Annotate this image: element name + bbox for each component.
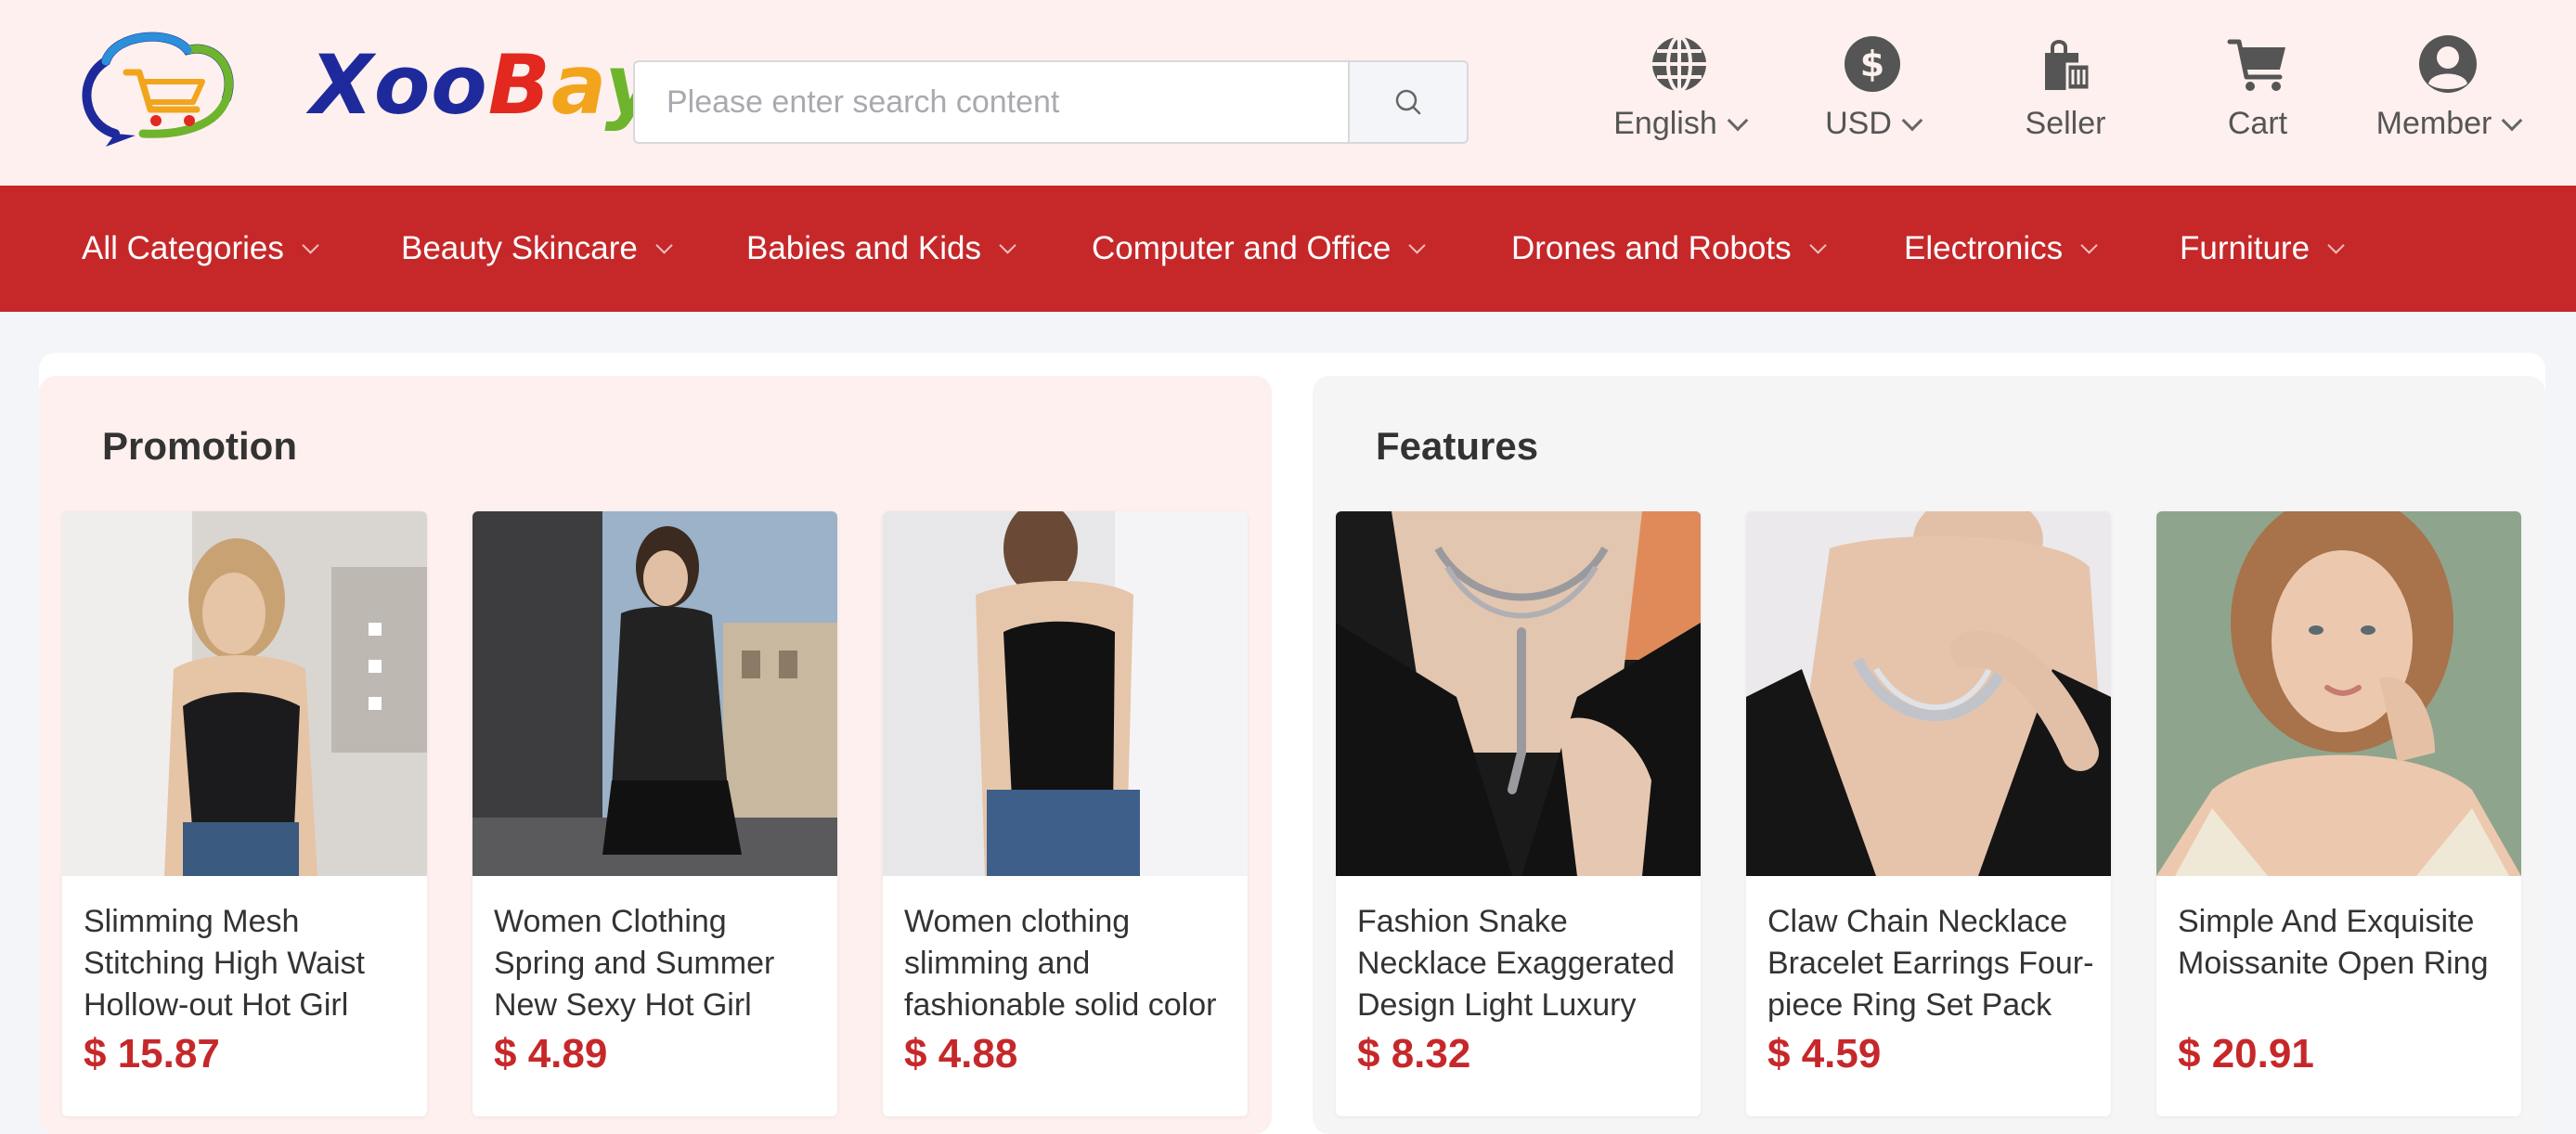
nav-item-beauty-skincare[interactable]: Beauty Skincare bbox=[401, 186, 673, 312]
seller-label: Seller bbox=[2025, 106, 2106, 141]
nav-item-label: All Categories bbox=[82, 230, 284, 266]
product-name: Claw Chain Necklace Bracelet Earrings Fo… bbox=[1767, 904, 2094, 1023]
member-label: Member bbox=[2375, 106, 2492, 141]
site-header: XooBay English bbox=[0, 0, 2576, 186]
product-price: $ 4.88 bbox=[904, 1031, 1018, 1076]
member-menu[interactable]: Member bbox=[2369, 32, 2527, 152]
product-card[interactable]: Women Clothing Spring and Summer New Sex… bbox=[472, 511, 837, 1116]
product-card[interactable]: Fashion Snake Necklace Exaggerated Desig… bbox=[1336, 511, 1701, 1116]
nav-item-babies-and-kids[interactable]: Babies and Kids bbox=[746, 186, 1016, 312]
product-image bbox=[62, 511, 427, 876]
nav-item-drones-and-robots[interactable]: Drones and Robots bbox=[1511, 186, 1827, 312]
product-image bbox=[1746, 511, 2111, 876]
chevron-down-icon bbox=[1808, 236, 1827, 254]
product-price: $ 20.91 bbox=[2178, 1031, 2314, 1076]
nav-item-label: Computer and Office bbox=[1092, 230, 1392, 266]
product-image bbox=[883, 511, 1248, 876]
seller-link[interactable]: Seller bbox=[2022, 32, 2109, 152]
product-price: $ 4.89 bbox=[494, 1031, 608, 1076]
product-image bbox=[1336, 511, 1701, 876]
nav-item-label: Furniture bbox=[2180, 230, 2311, 266]
chevron-down-icon bbox=[302, 236, 319, 254]
product-image bbox=[2156, 511, 2521, 876]
currency-label: USD bbox=[1825, 106, 1892, 141]
chevron-down-icon bbox=[1901, 110, 1923, 131]
chevron-down-icon bbox=[655, 236, 673, 254]
language-selector[interactable]: English bbox=[1610, 32, 1749, 152]
product-card[interactable]: Claw Chain Necklace Bracelet Earrings Fo… bbox=[1746, 511, 2111, 1116]
chevron-down-icon bbox=[1408, 236, 1427, 254]
product-name: Simple And Exquisite Moissanite Open Rin… bbox=[2178, 904, 2489, 981]
features-section: Features Fashion Snake Necklace Exaggera… bbox=[1313, 376, 2545, 1134]
nav-item-all-categories[interactable]: All Categories bbox=[82, 186, 319, 312]
seller-bag-icon bbox=[2033, 32, 2098, 97]
cart-link[interactable]: Cart bbox=[2220, 32, 2295, 152]
globe-icon bbox=[1647, 32, 1712, 97]
search-bar bbox=[633, 60, 1469, 144]
features-title: Features bbox=[1376, 424, 1539, 468]
search-input[interactable] bbox=[635, 62, 1350, 142]
nav-item-label: Beauty Skincare bbox=[401, 230, 638, 266]
product-name: Women Clothing Spring and Summer New Sex… bbox=[494, 904, 775, 1023]
chevron-down-icon bbox=[2502, 110, 2523, 131]
product-price: $ 4.59 bbox=[1767, 1031, 1882, 1076]
svg-text:$: $ bbox=[1860, 44, 1884, 84]
nav-item-label: Babies and Kids bbox=[746, 230, 981, 266]
currency-selector[interactable]: $ USD bbox=[1821, 32, 1923, 152]
nav-item-furniture[interactable]: Furniture bbox=[2180, 186, 2345, 312]
language-label: English bbox=[1613, 106, 1717, 141]
nav-item-electronics[interactable]: Electronics bbox=[1904, 186, 2098, 312]
xoobay-logo[interactable]: XooBay bbox=[78, 24, 658, 150]
nav-item-label: Drones and Robots bbox=[1511, 230, 1792, 266]
search-button[interactable] bbox=[1348, 62, 1467, 142]
product-card[interactable]: Simple And Exquisite Moissanite Open Rin… bbox=[2156, 511, 2521, 1116]
product-price: $ 8.32 bbox=[1357, 1031, 1471, 1076]
search-icon bbox=[1395, 89, 1421, 115]
chevron-down-icon bbox=[2080, 236, 2098, 254]
product-name: Fashion Snake Necklace Exaggerated Desig… bbox=[1357, 904, 1676, 1023]
chevron-down-icon bbox=[999, 236, 1016, 254]
logo-wordmark: XooBay bbox=[310, 37, 659, 133]
product-card[interactable]: Slimming Mesh Stitching High Waist Hollo… bbox=[62, 511, 427, 1116]
promotion-section: Promotion Slimming Mesh Stitching High W… bbox=[39, 376, 1272, 1134]
product-price: $ 15.87 bbox=[84, 1031, 220, 1076]
product-card[interactable]: Women clothing slimming and fashionable … bbox=[883, 511, 1248, 1116]
category-nav: All Categories Beauty Skincare Babies an… bbox=[0, 186, 2576, 312]
logo-cart-icon bbox=[82, 32, 234, 147]
product-name: Slimming Mesh Stitching High Waist Hollo… bbox=[84, 904, 365, 1023]
cart-label: Cart bbox=[2227, 106, 2288, 141]
dollar-icon: $ bbox=[1840, 32, 1905, 97]
product-name: Women clothing slimming and fashionable … bbox=[904, 904, 1217, 1023]
nav-item-label: Electronics bbox=[1904, 230, 2064, 266]
promotion-title: Promotion bbox=[102, 424, 297, 468]
cart-icon bbox=[2225, 32, 2290, 97]
product-image bbox=[472, 511, 837, 876]
chevron-down-icon bbox=[1727, 110, 1749, 131]
user-avatar-icon bbox=[2415, 32, 2480, 97]
chevron-down-icon bbox=[2327, 236, 2345, 254]
nav-item-computer-and-office[interactable]: Computer and Office bbox=[1092, 186, 1427, 312]
